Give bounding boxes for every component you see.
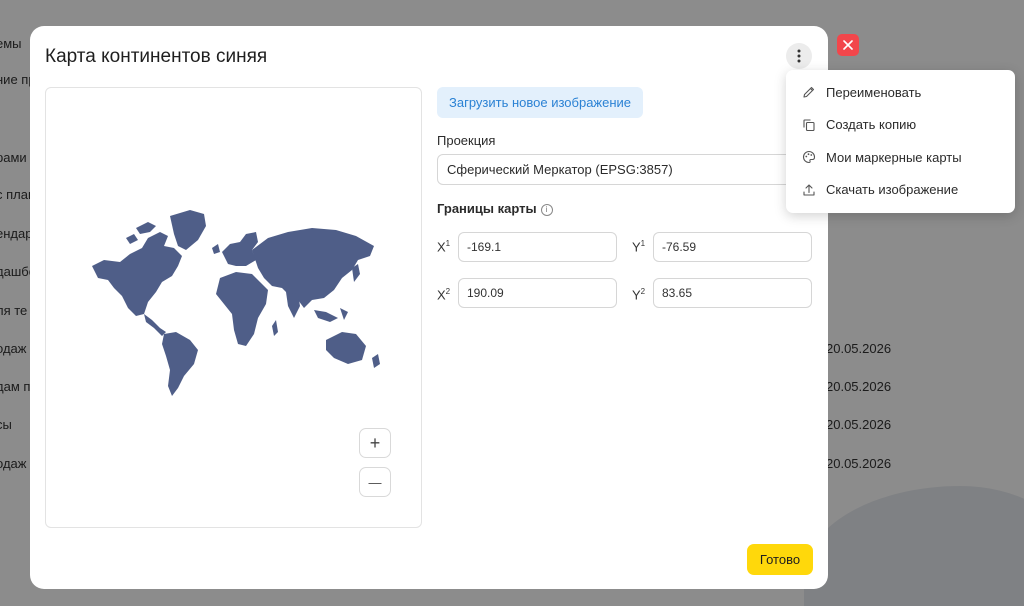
y2-label: Y2 [632,287,645,302]
bounds-heading: Границы карты i [437,201,553,216]
projection-value: Сферический Меркатор (EPSG:3857) [447,162,673,177]
menu-item-label: Скачать изображение [826,182,959,198]
more-options-button[interactable] [786,43,812,69]
y2-letter: Y [632,287,641,303]
x2-label: X2 [437,287,450,302]
plus-icon: + [369,432,381,453]
upload-new-image-button[interactable]: Загрузить новое изображение [437,87,644,118]
menu-item-label: Создать копию [826,117,917,133]
info-icon[interactable]: i [540,203,553,216]
y1-input[interactable] [653,232,812,262]
x1-input[interactable] [458,232,617,262]
menu-item-label: Переименовать [826,84,922,100]
y2-input[interactable] [653,278,812,308]
close-button[interactable] [837,34,859,56]
bounds-label: Границы карты [437,201,537,216]
y2-sup: 2 [640,287,646,296]
pencil-icon [801,84,817,100]
dialog-title: Карта континентов синяя [45,46,268,67]
x1-letter: X [437,239,446,255]
x1-label: X1 [437,239,450,254]
copy-icon [801,117,817,133]
x2-sup: 2 [445,287,451,296]
projection-label: Проекция [437,133,496,148]
y1-label: Y1 [632,239,645,254]
zoom-out-button[interactable]: — [359,467,391,497]
y1-sup: 1 [640,239,646,248]
x2-input[interactable] [458,278,617,308]
palette-icon [801,149,817,165]
options-menu: Переименовать Создать копию Мои маркерны… [786,70,1015,213]
x1-sup: 1 [445,239,451,248]
upload-icon [801,182,817,198]
menu-item-copy[interactable]: Создать копию [786,109,1015,142]
menu-item-marker-maps[interactable]: Мои маркерные карты [786,141,1015,174]
menu-item-label: Мои маркерные карты [826,149,962,165]
world-map-image [92,210,380,396]
zoom-in-button[interactable]: + [359,428,391,458]
minus-icon: — [368,474,382,490]
menu-item-download[interactable]: Скачать изображение [786,174,1015,207]
close-icon [843,40,853,50]
map-settings-dialog: Карта континентов синяя + — Загрузить но… [30,26,828,589]
projection-select[interactable]: Сферический Меркатор (EPSG:3857) [437,154,813,185]
x2-letter: X [437,287,446,303]
y1-letter: Y [632,239,641,255]
kebab-icon [797,49,801,63]
done-button[interactable]: Готово [747,544,813,575]
menu-item-rename[interactable]: Переименовать [786,76,1015,109]
map-preview[interactable]: + — [45,87,422,528]
